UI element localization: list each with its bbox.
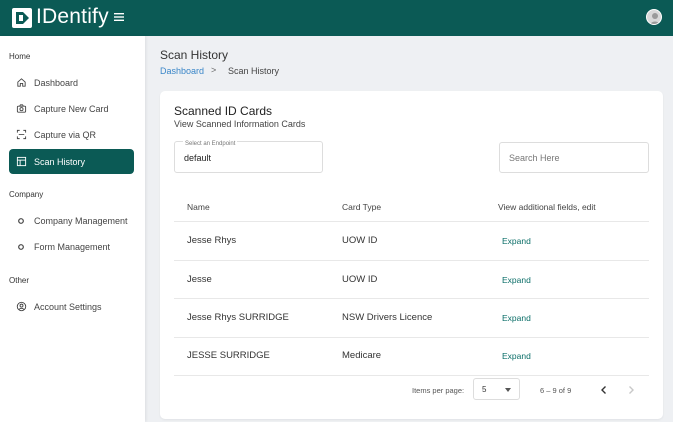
user-icon [649,13,661,24]
table-row-name: Jesse Rhys SURRIDGE [187,312,289,323]
column-header-actions: View additional fields, edit [498,202,596,212]
scanned-cards-panel: Scanned ID Cards View Scanned Informatio… [160,91,663,419]
sidebar-item-scan-history[interactable]: Scan History [9,149,134,174]
expand-link[interactable]: Expand [502,275,531,285]
app-title: IDentify [36,5,109,28]
table-row-name: Jesse [187,274,212,285]
circle-icon [15,241,27,253]
row-divider [174,298,649,299]
home-icon [15,77,27,89]
dropdown-arrow-icon [505,388,511,392]
pagination-range: 6 – 9 of 9 [540,386,572,395]
endpoint-select[interactable]: Select an Endpoint default [174,141,323,173]
sidebar-item-capture-new-card[interactable]: Capture New Card [9,96,134,121]
page-title: Scan History [160,48,229,62]
avatar[interactable] [646,9,662,25]
expand-link[interactable]: Expand [502,236,531,246]
expand-link[interactable]: Expand [502,313,531,323]
previous-page-button[interactable] [597,383,611,397]
table-row-card-type: UOW ID [342,274,378,285]
card-subtitle: View Scanned Information Cards [174,119,306,129]
breadcrumb-current: Scan History [228,66,280,76]
sidebar-section-other: Other [9,276,30,285]
endpoint-select-label: Select an Endpoint [183,141,238,147]
qr-scan-icon [15,129,27,141]
sidebar-item-form-management[interactable]: Form Management [9,234,134,259]
camera-icon [15,103,27,115]
column-header-card-type: Card Type [342,202,382,212]
logo-icon [12,8,32,28]
sidebar-section-home: Home [9,52,31,61]
chevron-right-icon [629,386,634,394]
circle-icon [15,215,27,227]
table-row-name: JESSE SURRIDGE [187,350,270,361]
sidebar-item-label: Account Settings [34,301,102,312]
sidebar-item-label: Capture via QR [34,129,97,140]
breadcrumb-separator: > [211,65,217,75]
header-divider [174,221,649,222]
table-row-card-type: Medicare [342,350,382,361]
menu-icon[interactable] [112,10,126,24]
row-divider [174,375,649,376]
row-divider [174,260,649,261]
sidebar-item-capture-via-qr[interactable]: Capture via QR [9,122,134,147]
search-input[interactable] [499,142,649,173]
next-page-button[interactable] [624,383,638,397]
table-row-card-type: NSW Drivers Licence [342,312,433,323]
sidebar-item-label: Company Management [34,215,128,226]
sidebar-item-dashboard[interactable]: Dashboard [9,70,134,95]
items-per-page-select[interactable]: 5 [473,378,520,400]
sidebar-item-label: Form Management [34,241,111,252]
top-bar: IDentify [0,0,673,36]
sidebar-item-account-settings[interactable]: Account Settings [9,294,134,319]
table-icon [15,156,27,168]
endpoint-select-value: default [184,153,212,163]
items-per-page-label: Items per page: [412,386,465,395]
row-divider [174,337,649,338]
expand-link[interactable]: Expand [502,351,531,361]
breadcrumb-dashboard-link[interactable]: Dashboard [160,66,204,76]
sidebar-item-company-management[interactable]: Company Management [9,208,134,233]
table-row-name: Jesse Rhys [187,235,237,246]
column-header-name: Name [187,202,210,212]
sidebar-item-label: Dashboard [34,77,79,88]
sidebar-item-label: Scan History [34,156,86,167]
sidebar: Home Dashboard Capture New Card Capture … [0,36,145,422]
sidebar-item-label: Capture New Card [34,103,109,114]
items-per-page-value: 5 [482,385,487,394]
sidebar-section-company: Company [9,190,44,199]
account-circle-icon [15,301,27,313]
card-title: Scanned ID Cards [174,104,273,118]
table-row-card-type: UOW ID [342,235,378,246]
chevron-left-icon [601,386,606,394]
